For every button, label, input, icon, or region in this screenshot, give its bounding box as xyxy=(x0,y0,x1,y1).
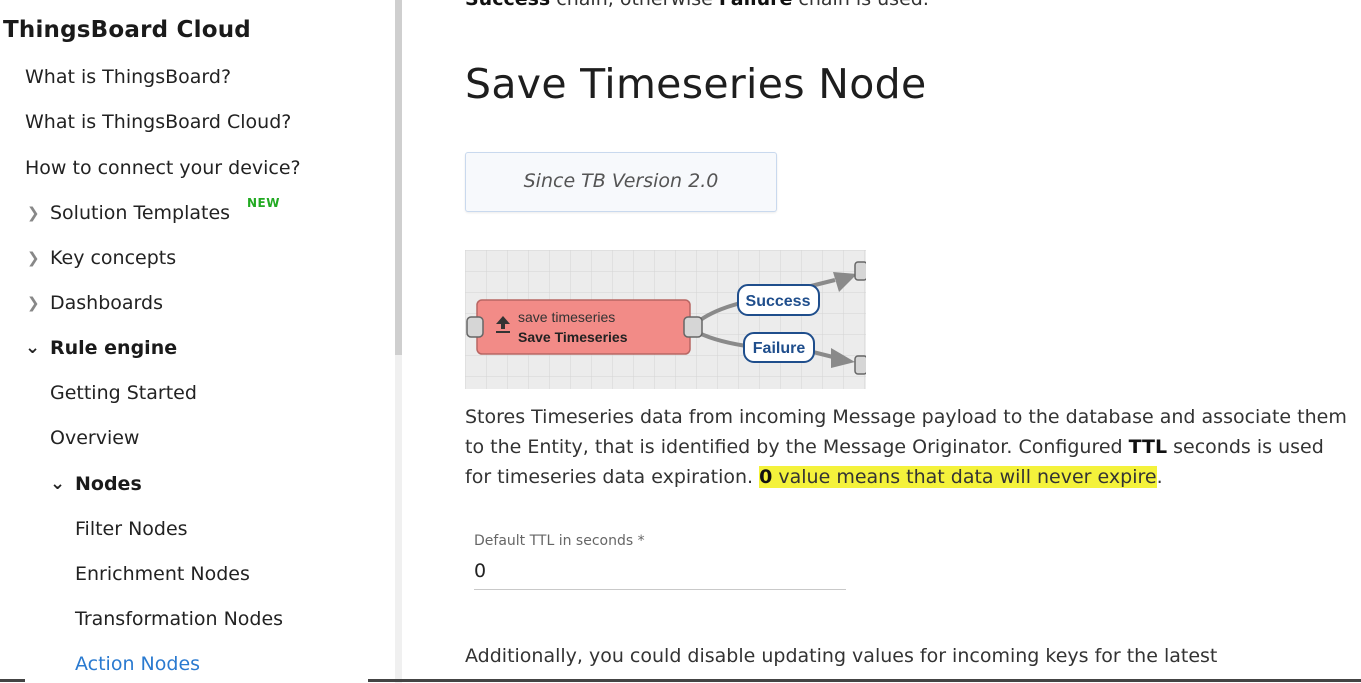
sidebar-item-action-nodes[interactable]: Action Nodes xyxy=(75,653,200,675)
sidebar-item-filter-nodes[interactable]: Filter Nodes xyxy=(75,518,188,540)
chevron-down-icon[interactable]: ⌄ xyxy=(50,473,65,494)
success-chip-label: Success xyxy=(746,293,811,310)
new-badge: NEW xyxy=(247,196,280,210)
description-paragraph: Stores Timeseries data from incoming Mes… xyxy=(465,406,1347,488)
highlighted-text: 0 value means that data will never expir… xyxy=(759,466,1157,488)
node-name-text: Save Timeseries xyxy=(518,329,628,345)
cut-off-text: Success chain, otherwise Failure chain i… xyxy=(465,0,929,10)
node-output-port xyxy=(683,316,703,338)
sidebar-item-dashboards[interactable]: Dashboards xyxy=(50,292,163,314)
node-type-text: save timeseries xyxy=(518,309,615,325)
sidebar-item-how-to-connect[interactable]: How to connect your device? xyxy=(25,157,301,179)
sidebar: ThingsBoard Cloud What is ThingsBoard? W… xyxy=(0,0,395,683)
sidebar-scroll-track[interactable] xyxy=(395,355,402,683)
failure-chip-label: Failure xyxy=(753,340,806,357)
ttl-field-input[interactable]: 0 xyxy=(474,560,486,582)
divider xyxy=(0,679,25,682)
ttl-field-underline xyxy=(474,589,846,590)
sidebar-item-transformation-nodes[interactable]: Transformation Nodes xyxy=(75,608,283,630)
node-diagram-image: save timeseries Save Timeseries Success … xyxy=(465,250,866,389)
version-label: Since TB Version 2.0 xyxy=(523,170,719,192)
sidebar-item-what-is-thingsboard[interactable]: What is ThingsBoard? xyxy=(25,66,231,88)
sidebar-item-overview[interactable]: Overview xyxy=(50,427,139,449)
sidebar-item-rule-engine[interactable]: Rule engine xyxy=(50,337,177,359)
node-input-port xyxy=(466,316,484,338)
chevron-right-icon[interactable]: ❯ xyxy=(27,204,40,222)
chevron-right-icon[interactable]: ❯ xyxy=(27,294,40,312)
sidebar-item-solution-templates[interactable]: Solution Templates xyxy=(50,202,230,224)
page-title: Save Timeseries Node xyxy=(465,60,927,108)
main-content: Success chain, otherwise Failure chain i… xyxy=(402,0,1361,683)
sidebar-item-what-is-thingsboard-cloud[interactable]: What is ThingsBoard Cloud? xyxy=(25,111,291,133)
sidebar-item-key-concepts[interactable]: Key concepts xyxy=(50,247,176,269)
ttl-field-label: Default TTL in seconds * xyxy=(474,533,645,549)
sidebar-title: ThingsBoard Cloud xyxy=(3,17,251,43)
chevron-right-icon[interactable]: ❯ xyxy=(27,249,40,267)
version-badge: Since TB Version 2.0 xyxy=(465,152,777,212)
chevron-down-icon[interactable]: ⌄ xyxy=(25,337,40,358)
bottom-paragraph: Additionally, you could disable updating… xyxy=(465,645,1218,667)
sidebar-item-nodes[interactable]: Nodes xyxy=(75,473,142,495)
sidebar-item-getting-started[interactable]: Getting Started xyxy=(50,382,197,404)
sidebar-scrollbar-thumb[interactable] xyxy=(395,0,402,355)
sidebar-item-enrichment-nodes[interactable]: Enrichment Nodes xyxy=(75,563,250,585)
divider xyxy=(368,679,1361,682)
